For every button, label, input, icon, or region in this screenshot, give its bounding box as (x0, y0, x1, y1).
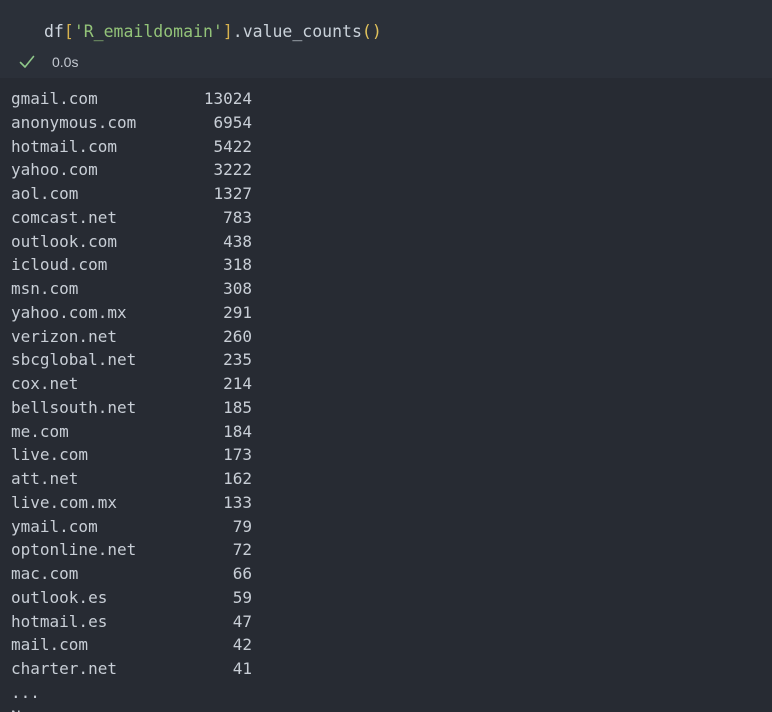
output-row: hotmail.com 5422 (11, 135, 261, 159)
output-domain: outlook.es (11, 587, 108, 607)
output-count: 438 (223, 231, 252, 251)
output-row: msn.com 308 (11, 277, 261, 301)
output-domain: outlook.com (11, 231, 117, 251)
output-count: 6954 (213, 112, 252, 132)
output-domain: msn.com (11, 279, 79, 298)
output-row: att.net 162 (11, 467, 261, 491)
output-count: 783 (223, 207, 252, 227)
code-string-literal: 'R_emaildomain' (73, 22, 223, 41)
output-count: 79 (232, 516, 252, 536)
notebook-cell: df['R_emaildomain'].value_counts() 0.0s … (0, 0, 772, 712)
output-count: 3222 (213, 160, 252, 180)
output-domain: hotmail.es (11, 611, 108, 631)
output-row: aol.com 1327 (11, 182, 261, 206)
execution-time: 0.0s (52, 54, 79, 70)
output-count: 72 (232, 540, 252, 560)
output-count: 308 (223, 279, 252, 298)
output-row: sbcglobal.net 235 (11, 348, 261, 372)
output-count: 260 (223, 326, 252, 346)
output-domain: charter.net (11, 659, 117, 678)
checkmark-icon (19, 55, 35, 68)
code-variable: df (44, 22, 64, 41)
output-count: 162 (223, 469, 252, 488)
output-row: ymail.com 79 (11, 515, 261, 539)
output-row: gmail.com 13024 (11, 87, 261, 111)
output-truncated-line: Name: (11, 705, 261, 712)
code-open-bracket: [ (63, 22, 74, 41)
output-row: live.com 173 (11, 443, 261, 467)
code-parens: () (361, 22, 382, 41)
code-input-area[interactable]: df['R_emaildomain'].value_counts() 0.0s (0, 0, 772, 78)
output-count: 59 (232, 587, 252, 607)
code-line[interactable]: df['R_emaildomain'].value_counts() (44, 20, 382, 44)
output-count: 173 (223, 445, 252, 465)
output-count: 184 (223, 421, 252, 441)
output-domain: aol.com (11, 184, 79, 203)
output-row: cox.net 214 (11, 372, 261, 396)
output-count: 47 (232, 611, 252, 631)
output-row: mac.com 66 (11, 562, 261, 586)
code-method: .value_counts (232, 22, 362, 41)
output-row: outlook.es 59 (11, 586, 261, 610)
output-domain: gmail.com (11, 89, 98, 108)
cell-output: gmail.com 13024 anonymous.com 6954 hotmail.c… (11, 87, 261, 712)
output-count: 235 (223, 350, 252, 370)
output-row: anonymous.com 6954 (11, 111, 261, 135)
output-row: me.com 184 (11, 420, 261, 444)
output-count: 1327 (213, 184, 252, 203)
output-row: yahoo.com 3222 (11, 158, 261, 182)
output-domain: att.net (11, 469, 79, 488)
output-count: 291 (223, 302, 252, 322)
execution-status: 0.0s (18, 51, 78, 73)
output-domain: yahoo.com (11, 160, 98, 180)
output-domain: optonline.net (11, 540, 137, 560)
output-domain: mail.com (11, 635, 89, 655)
output-domain: cox.net (11, 374, 79, 393)
output-domain: bellsouth.net (11, 397, 137, 417)
output-domain: anonymous.com (11, 112, 137, 132)
output-count: 318 (223, 255, 252, 275)
output-row: bellsouth.net 185 (11, 396, 261, 420)
output-domain: yahoo.com.mx (11, 302, 127, 322)
output-row: outlook.com 438 (11, 230, 261, 254)
output-domain: hotmail.com (11, 136, 117, 156)
output-ellipsis: ... (11, 682, 40, 702)
output-count: 133 (223, 492, 252, 512)
output-count: 5422 (213, 136, 252, 156)
output-count: 214 (223, 374, 252, 393)
output-domain: comcast.net (11, 207, 117, 227)
output-row: charter.net 41 (11, 657, 261, 681)
output-row: hotmail.es 47 (11, 610, 261, 634)
output-domain: ymail.com (11, 516, 98, 536)
output-count: 42 (232, 635, 252, 655)
output-row: mail.com 42 (11, 633, 261, 657)
code-close-bracket: ] (222, 22, 233, 41)
output-count: 185 (223, 397, 252, 417)
output-count: 13024 (203, 89, 252, 108)
output-row: icloud.com 318 (11, 253, 261, 277)
output-row: comcast.net 783 (11, 206, 261, 230)
output-count: 41 (232, 659, 252, 678)
output-domain: me.com (11, 421, 69, 441)
output-row: live.com.mx 133 (11, 491, 261, 515)
output-domain: sbcglobal.net (11, 350, 137, 370)
output-domain: icloud.com (11, 255, 108, 275)
output-row: yahoo.com.mx 291 (11, 301, 261, 325)
output-domain: live.com (11, 445, 89, 465)
output-row: optonline.net 72 (11, 538, 261, 562)
output-row: verizon.net 260 (11, 325, 261, 349)
output-domain: mac.com (11, 564, 79, 583)
output-domain: live.com.mx (11, 492, 117, 512)
output-domain: verizon.net (11, 326, 117, 346)
output-count: 66 (232, 564, 252, 583)
